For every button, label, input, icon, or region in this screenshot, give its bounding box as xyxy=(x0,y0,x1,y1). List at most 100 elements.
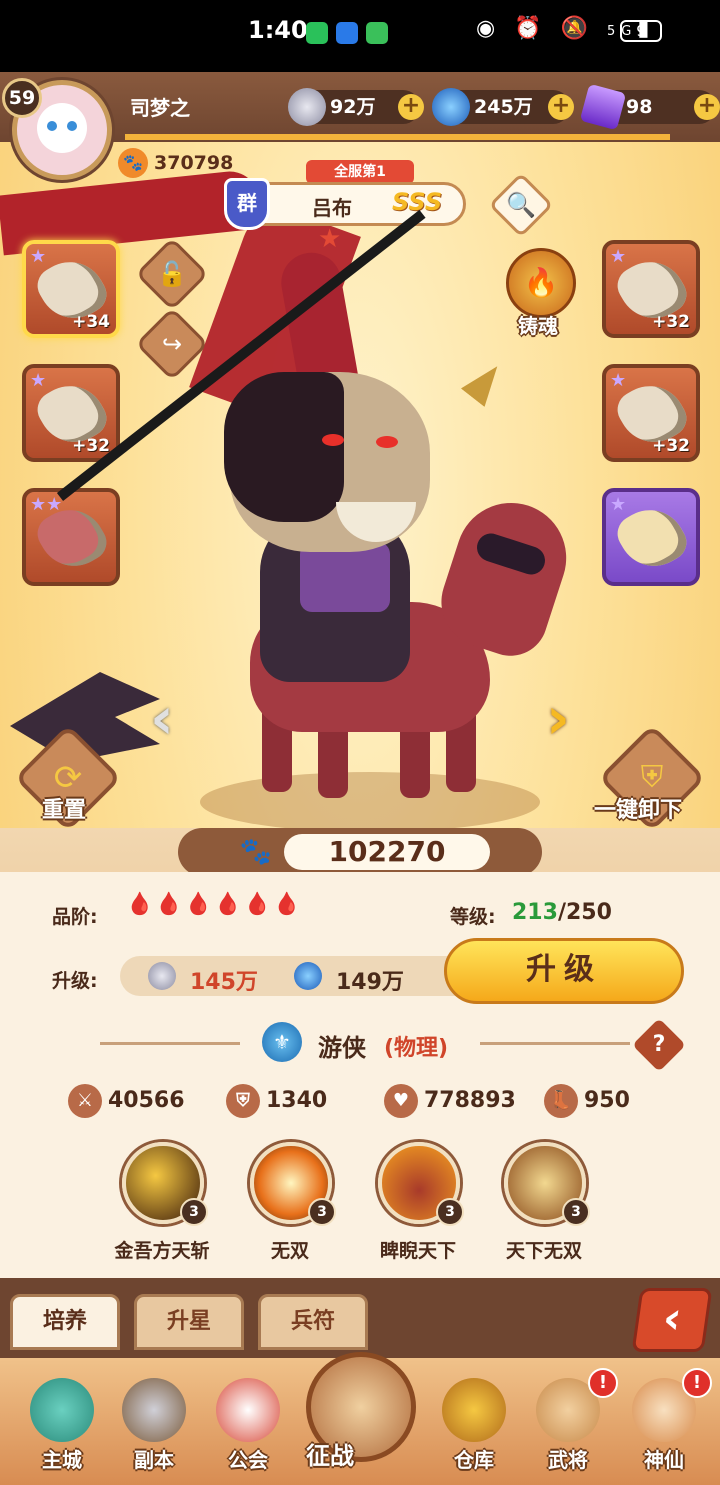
divider-right xyxy=(480,1042,630,1045)
battery-icon: 9 xyxy=(620,20,662,42)
quality-drops: 🩸🩸🩸🩸🩸🩸 xyxy=(126,892,303,917)
generals-alert-icon: ! xyxy=(588,1368,618,1398)
nav-dungeon[interactable]: 副本 xyxy=(114,1372,194,1482)
rider-armor xyxy=(300,542,390,612)
help-button[interactable]: ? xyxy=(632,1018,686,1072)
add-gems-button[interactable]: + xyxy=(548,94,574,120)
add-coins-button[interactable]: + xyxy=(398,94,424,120)
boot-icon: 👢 xyxy=(544,1084,578,1118)
skill-name: 天下无双 xyxy=(505,1240,582,1262)
unlock-icon: 🔓 xyxy=(157,260,187,288)
skill-name: 金吾方天斩 xyxy=(114,1240,210,1262)
crystal-resource: 98 + xyxy=(579,83,720,131)
equipment-slot-armor[interactable]: ★ +32 xyxy=(602,240,700,338)
defense-value: 1340 xyxy=(266,1088,328,1113)
nav-label: 公会 xyxy=(228,1448,268,1472)
flame-icon: 🔥 xyxy=(523,266,559,299)
rider-eye xyxy=(376,436,398,448)
star-icon: ★ xyxy=(30,246,47,267)
add-crystals-button[interactable]: + xyxy=(694,94,720,120)
gem-icon xyxy=(432,88,470,126)
nav-label: 征战 xyxy=(306,1442,354,1470)
gem-amount: 245万 xyxy=(474,96,533,118)
swords-icon xyxy=(122,1378,186,1442)
coin-amount: 92万 xyxy=(330,96,376,118)
equipment-level: +32 xyxy=(652,312,690,332)
hero-level-max: /250 xyxy=(557,900,612,925)
shield-icon: ⛨ xyxy=(226,1084,260,1118)
gem-resource: 245万 + xyxy=(432,88,574,126)
spear-tip xyxy=(461,357,509,407)
skill-icon[interactable]: 3 xyxy=(250,1142,336,1226)
quality-label: 品阶: xyxy=(52,906,98,928)
skill-icon[interactable]: 3 xyxy=(122,1142,208,1226)
coin-icon xyxy=(288,88,326,126)
wechat-icon xyxy=(306,22,328,44)
forge-soul-label: 铸魂 xyxy=(518,314,558,338)
nav-guild[interactable]: 公会 xyxy=(208,1372,288,1482)
immortals-alert-icon: ! xyxy=(682,1368,712,1398)
app-notification-icon xyxy=(336,22,358,44)
search-button[interactable]: 🔍 xyxy=(488,172,554,238)
sword-icon: ⚔ xyxy=(68,1084,102,1118)
equipment-level: +32 xyxy=(652,436,690,456)
equipment-slot-banner[interactable]: ★ xyxy=(602,488,700,586)
status-bar: 1:40 ◉ ⏰ 🔕 5G▮ 9 xyxy=(0,0,720,72)
hero-shadow xyxy=(200,772,540,832)
defense-stat: ⛨ 1340 xyxy=(226,1084,328,1118)
hero-class-name: 游侠 xyxy=(318,1034,366,1062)
unequip-all-label: 一键卸下 xyxy=(594,798,683,823)
crystal-amount: 98 xyxy=(626,96,653,118)
tab-train[interactable]: 培养 xyxy=(10,1294,120,1350)
hp-stat: ♥ 778893 xyxy=(384,1084,516,1118)
previous-hero-button[interactable]: ‹ xyxy=(138,689,186,750)
equipment-slot-helmet[interactable]: ★ +32 xyxy=(22,364,120,462)
nav-label: 主城 xyxy=(42,1448,82,1472)
upgrade-coin-cost: 145万 xyxy=(190,970,258,995)
divider-left xyxy=(100,1042,240,1045)
rider-hair xyxy=(224,372,344,522)
nav-campaign[interactable]: 征战 xyxy=(306,1352,416,1482)
skill-level: 3 xyxy=(308,1198,336,1226)
nav-main-city[interactable]: 主城 xyxy=(22,1372,102,1482)
upgrade-button[interactable]: 升级 xyxy=(444,938,684,1004)
speed-value: 950 xyxy=(584,1088,630,1113)
tab-star-up[interactable]: 升星 xyxy=(134,1294,244,1350)
search-icon: 🔍 xyxy=(506,191,536,219)
clock: 1:40 xyxy=(248,16,308,44)
iqiyi-icon xyxy=(366,22,388,44)
nav-warehouse[interactable]: 仓库 xyxy=(434,1372,514,1482)
skill-level: 3 xyxy=(436,1198,464,1226)
treasure-bag-icon xyxy=(442,1378,506,1442)
skill-icon[interactable]: 3 xyxy=(378,1142,464,1226)
nav-label: 仓库 xyxy=(454,1448,494,1472)
hero-name: 吕布 xyxy=(312,196,352,220)
lock-button[interactable]: 🔓 xyxy=(135,237,209,311)
skill-name: 无双 xyxy=(270,1240,309,1262)
skill-icon[interactable]: 3 xyxy=(504,1142,590,1226)
skill-level: 3 xyxy=(562,1198,590,1226)
nav-label: 武将 xyxy=(548,1448,588,1472)
forge-soul-button[interactable]: 🔥 xyxy=(506,248,576,318)
equipment-level: +34 xyxy=(72,312,110,332)
hero-level: 213/250 xyxy=(512,900,612,925)
tab-troop-token[interactable]: 兵符 xyxy=(258,1294,368,1350)
back-button[interactable]: ‹ xyxy=(631,1288,713,1352)
paw-icon: 🐾 xyxy=(118,148,148,178)
attack-value: 40566 xyxy=(108,1088,185,1113)
player-name: 司梦之 xyxy=(130,96,190,120)
equipment-level: +32 xyxy=(72,436,110,456)
coin-icon xyxy=(148,962,176,990)
equipment-slot-pet[interactable]: ★★ xyxy=(22,488,120,586)
equipment-slot-shoulder[interactable]: ★ +32 xyxy=(602,364,700,462)
skill-level: 3 xyxy=(180,1198,208,1226)
hero-level-current: 213 xyxy=(512,900,558,925)
share-icon: ↪ xyxy=(161,330,183,358)
equipment-slot-weapon[interactable]: ★ +34 xyxy=(22,240,120,338)
next-hero-button[interactable]: › xyxy=(534,689,582,750)
hero-info-panel xyxy=(0,872,720,1282)
nav-label: 神仙 xyxy=(644,1448,684,1472)
speed-stat: 👢 950 xyxy=(544,1084,630,1118)
heart-icon: ♥ xyxy=(384,1084,418,1118)
skill-name: 睥睨天下 xyxy=(379,1240,456,1262)
